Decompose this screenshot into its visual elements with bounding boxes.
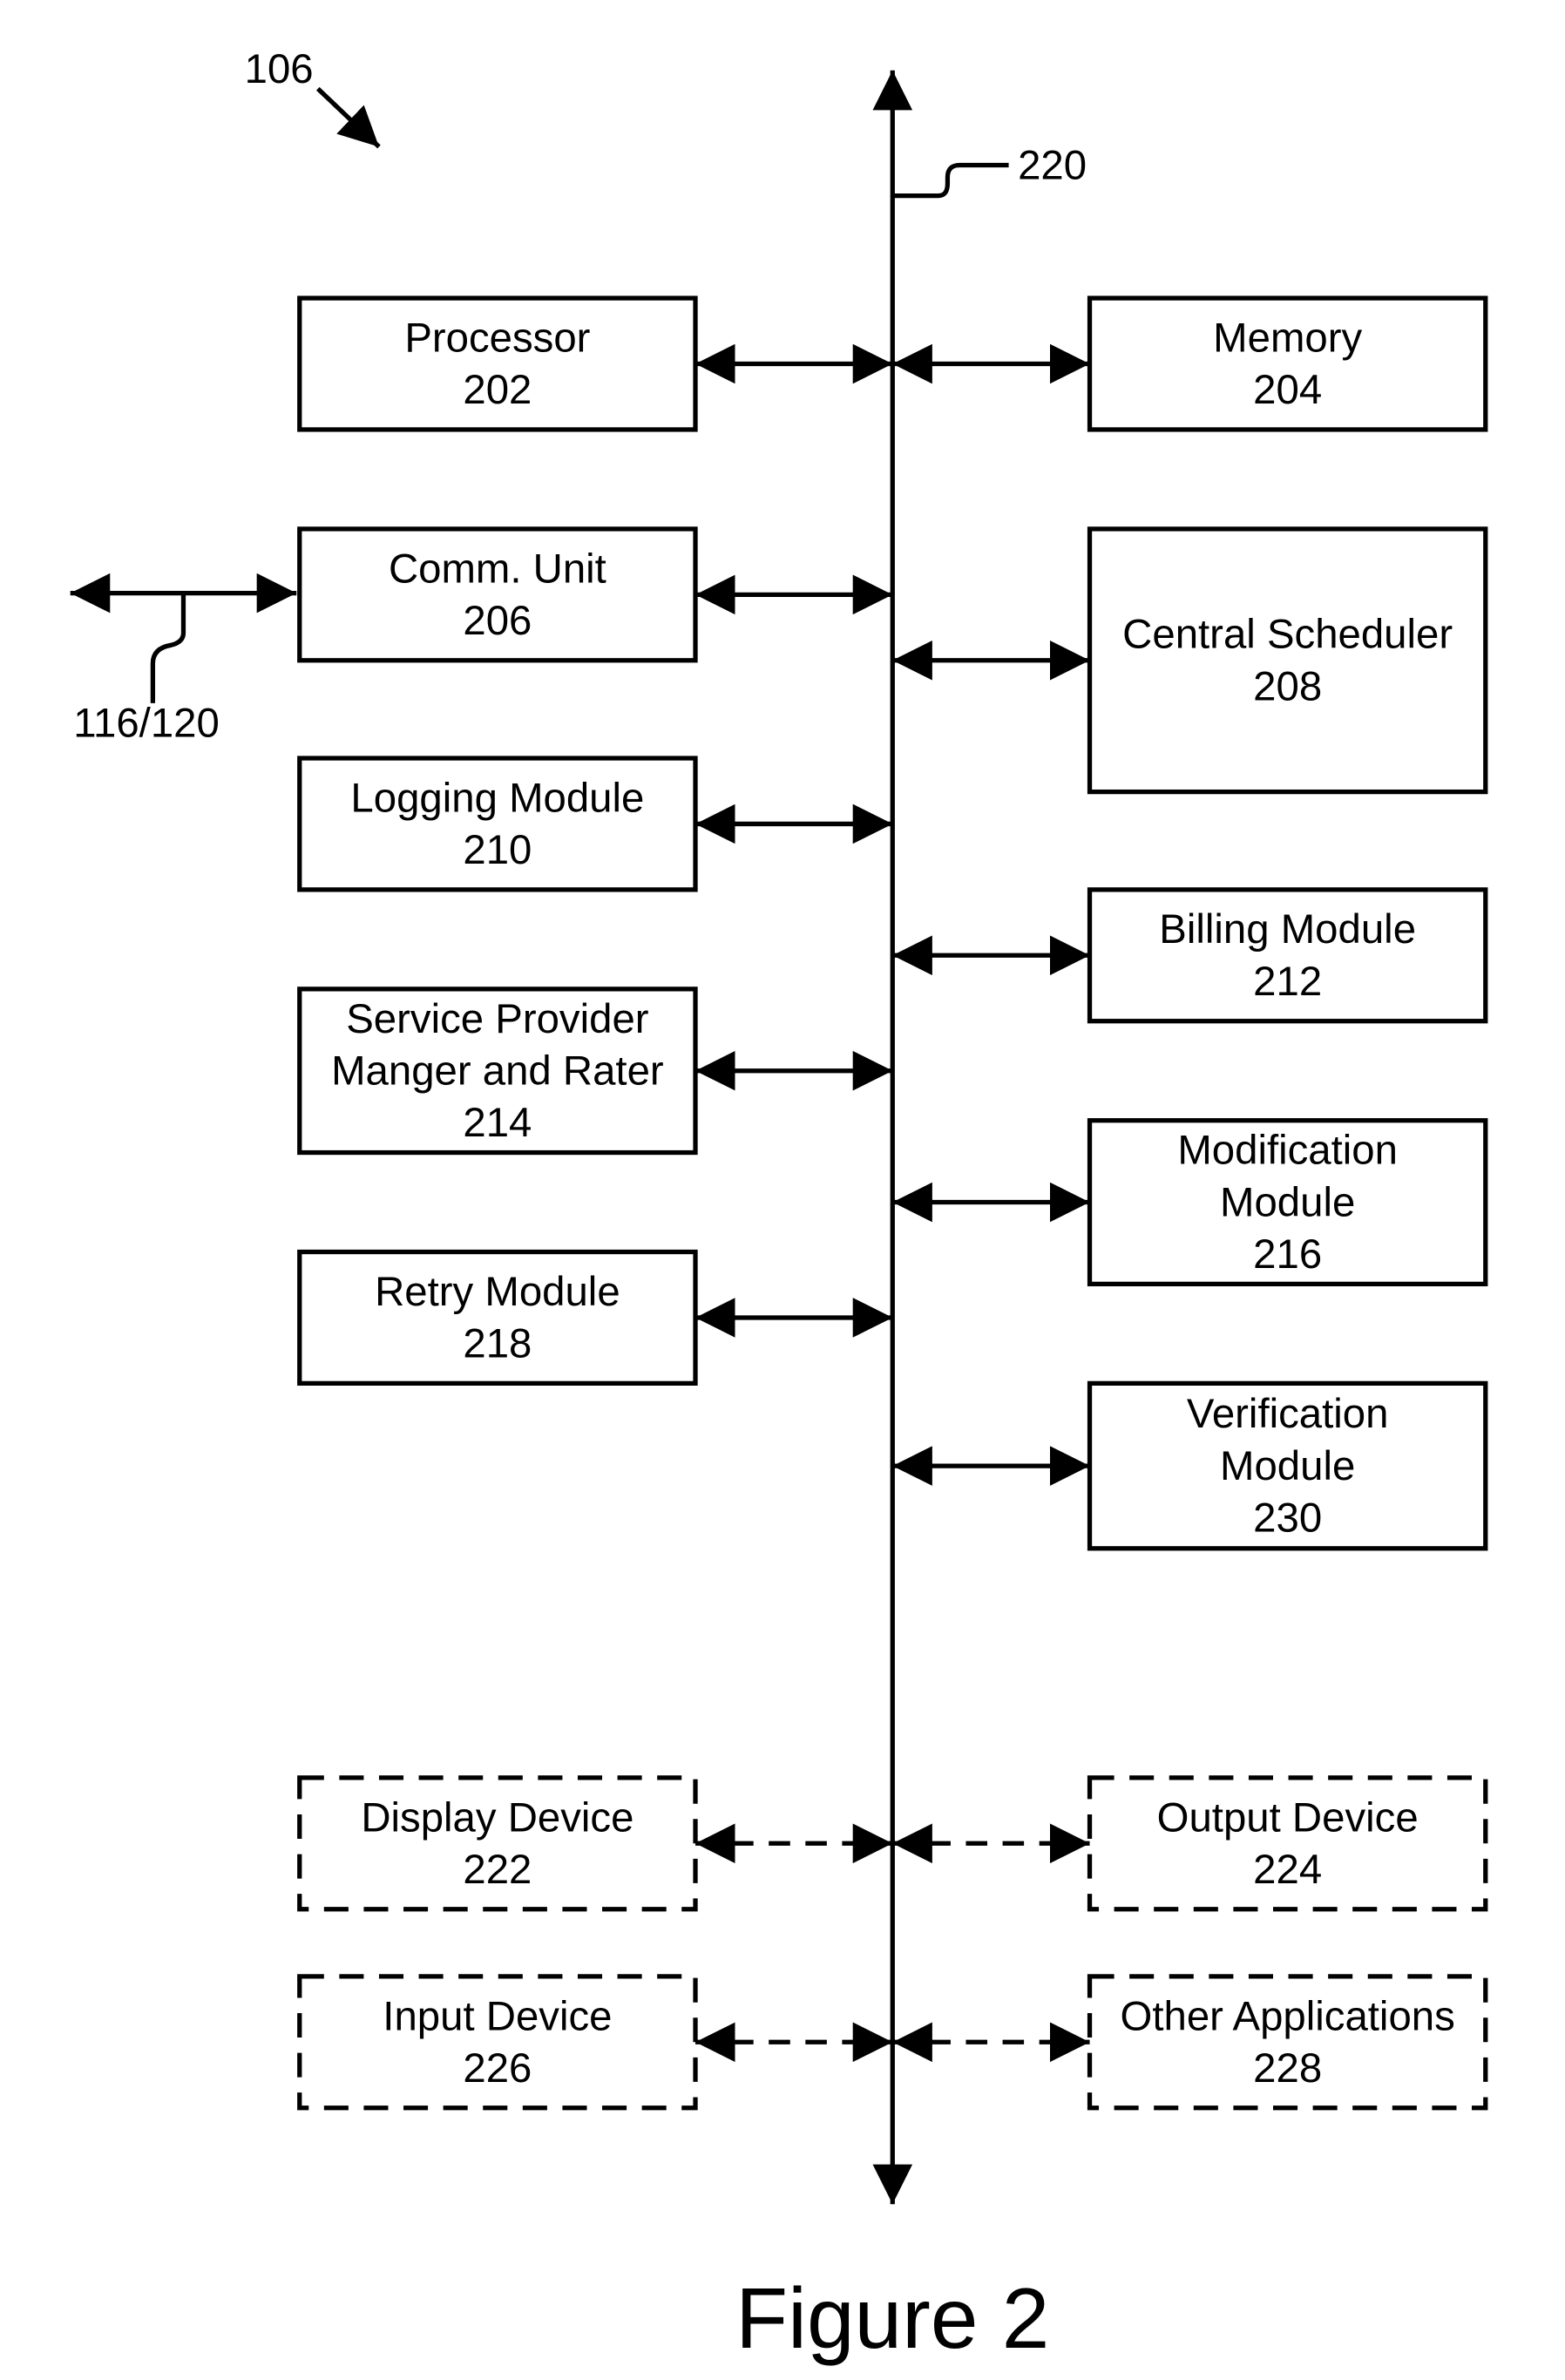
output-device-label-line: 224 [1253,1847,1322,1893]
component-display-device: Display Device 222 [297,1775,893,1912]
system-block-diagram: 106 220 116/120 Processor 202 Comm. Unit 20… [70,46,1488,2366]
central-scheduler-label-line: Central Scheduler [1122,612,1453,658]
comm-unit-label-line: 206 [463,598,532,644]
component-output-device: Output Device 224 [892,1775,1488,1912]
external-link-label: 116/120 [73,700,220,746]
bus-label-leader [892,162,1009,199]
component-input-device: Input Device 226 [297,1974,893,2111]
verification-module-label-line: Verification [1187,1391,1389,1437]
service-provider-manager-rater-label-line: 214 [463,1100,532,1146]
component-modification-module: Modification Module 216 [892,1118,1488,1286]
component-retry-module: Retry Module 218 [297,1249,893,1386]
component-service-provider-manager-rater: Service Provider Manger and Rater 214 [297,987,893,1156]
billing-module-label-line: 212 [1253,959,1322,1005]
component-memory: Memory 204 [892,295,1488,432]
right-components: Memory 204 Central Scheduler 208 Billing Mod… [892,295,1488,2111]
display-device-label-line: 222 [463,1847,532,1893]
component-processor: Processor 202 [297,295,893,432]
billing-module-label-line: Billing Module [1159,906,1416,953]
component-logging-module: Logging Module 210 [297,756,893,892]
left-components: Processor 202 Comm. Unit 206 Logging Module 2… [297,295,893,2111]
verification-module-label-line: 230 [1253,1495,1322,1541]
display-device-label-line: Display Device [361,1794,633,1841]
component-verification-module: Verification Module 230 [892,1380,1488,1551]
bus-label-220: 220 [1018,142,1087,188]
memory-label-line: Memory [1213,315,1362,361]
external-link-leader [150,593,186,703]
output-device-label-line: Output Device [1157,1794,1419,1841]
input-device-label-line: 226 [463,2045,532,2092]
component-comm-unit: Comm. Unit 206 [297,526,893,663]
other-applications-label-line: Other Applications [1121,1993,1455,2039]
service-provider-manager-rater-label-line: Manger and Rater [331,1048,664,1094]
other-applications-label-line: 228 [1253,2045,1322,2092]
memory-label-line: 204 [1253,367,1322,413]
reference-arrow-icon [316,86,381,149]
modification-module-label-line: Modification [1177,1128,1398,1174]
component-other-applications: Other Applications 228 [892,1974,1488,2111]
reference-label-106: 106 [245,46,314,92]
figure-caption: Figure 2 [735,2270,1049,2366]
retry-module-label-line: Retry Module [375,1269,620,1315]
service-provider-manager-rater-label-line: Service Provider [346,996,648,1042]
modification-module-label-line: 216 [1253,1231,1322,1278]
component-billing-module: Billing Module 212 [892,887,1488,1024]
central-scheduler-label-line: 208 [1253,663,1322,709]
processor-label-line: Processor [404,315,590,361]
comm-unit-label-line: Comm. Unit [389,546,606,592]
input-device-label-line: Input Device [383,1993,612,2039]
modification-module-label-line: Module [1220,1179,1355,1225]
component-central-scheduler: Central Scheduler 208 [892,526,1488,795]
central-scheduler-box [1087,526,1488,795]
retry-module-label-line: 218 [463,1321,532,1367]
logging-module-label-line: 210 [463,827,532,873]
processor-label-line: 202 [463,367,532,413]
verification-module-label-line: Module [1220,1443,1355,1489]
logging-module-label-line: Logging Module [350,775,644,821]
